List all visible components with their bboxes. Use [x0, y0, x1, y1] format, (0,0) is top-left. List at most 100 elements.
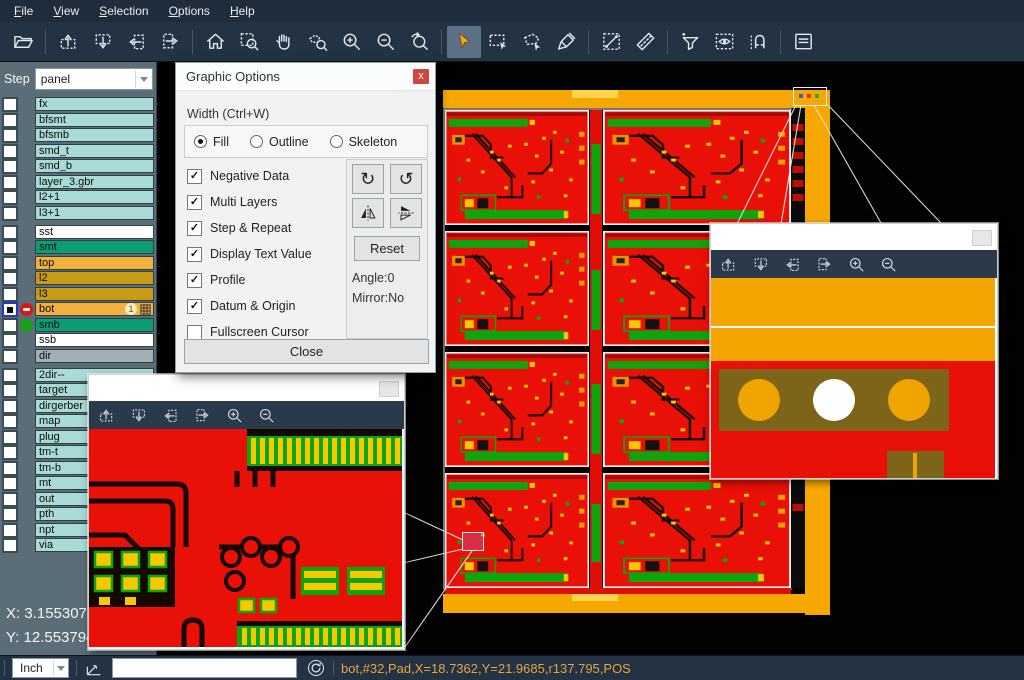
dialog-titlebar[interactable]: Graphic Options x [176, 63, 435, 91]
home-view-button[interactable] [198, 26, 232, 58]
layer-visibility-checkbox-ssb[interactable] [2, 333, 18, 348]
pan-up-button[interactable] [51, 26, 85, 58]
layer-visibility-checkbox-l2[interactable] [2, 271, 18, 286]
pan-left-icon[interactable] [161, 406, 180, 425]
layer-visibility-checkbox-map[interactable] [2, 414, 18, 429]
pan-left-button[interactable] [119, 26, 153, 58]
layer-item-top[interactable]: top [35, 256, 154, 270]
layer-visibility-checkbox-smd_t[interactable] [2, 144, 18, 159]
layer-item-bot[interactable]: bot1 [35, 302, 154, 316]
report-button[interactable] [786, 26, 820, 58]
menu-item-view[interactable]: View [43, 1, 89, 21]
layer-visibility-checkbox-l3[interactable] [2, 287, 18, 302]
close-icon[interactable]: x [413, 69, 429, 84]
layer-visibility-checkbox-top[interactable] [2, 256, 18, 271]
zoom-window-titlebar[interactable] [711, 224, 997, 250]
pan-right-icon[interactable] [193, 406, 212, 425]
window-button[interactable] [972, 230, 992, 246]
layer-visibility-checkbox-dir[interactable] [2, 349, 18, 364]
layer-item-l3+1[interactable]: l3+1 [35, 206, 154, 220]
layer-visibility-checkbox-npt[interactable] [2, 523, 18, 538]
zoom-area-button[interactable] [300, 26, 334, 58]
checkbox-display-text-value[interactable]: Display Text Value [187, 241, 312, 267]
layer-visibility-checkbox-bfsmb[interactable] [2, 128, 18, 143]
measure-distance-button[interactable] [594, 26, 628, 58]
layer-item-layer_3.gbr[interactable]: layer_3.gbr [35, 175, 154, 189]
layer-item-ssb[interactable]: ssb [35, 333, 154, 347]
layer-visibility-checkbox-smd_b[interactable] [2, 159, 18, 174]
pan-left-icon[interactable] [783, 255, 802, 274]
layer-visibility-checkbox-layer_3.gbr[interactable] [2, 175, 18, 190]
window-button[interactable] [379, 381, 399, 397]
layer-visibility-checkbox-target[interactable] [2, 383, 18, 398]
layer-item-bfsmb[interactable]: bfsmb [35, 128, 154, 142]
layer-item-dir[interactable]: dir [35, 349, 154, 363]
layer-visibility-checkbox-2dir--[interactable] [2, 368, 18, 383]
mirror-horizontal-button[interactable] [390, 198, 422, 228]
step-select[interactable]: panel [35, 68, 153, 90]
refresh-icon[interactable] [306, 658, 326, 678]
brush-clean-button[interactable] [549, 26, 583, 58]
menu-item-file[interactable]: File [4, 1, 43, 21]
layer-item-smt[interactable]: smt [35, 240, 154, 254]
rect-select-button[interactable] [481, 26, 515, 58]
layer-visibility-checkbox-l2+1[interactable] [2, 190, 18, 205]
checkbox-profile[interactable]: Profile [187, 267, 312, 293]
layer-item-l2[interactable]: l2 [35, 271, 154, 285]
zoom-out-icon[interactable] [879, 255, 898, 274]
radio-fill[interactable]: Fill [194, 135, 229, 149]
rotate-ccw-button[interactable]: ↺ [390, 164, 422, 194]
pan-up-icon[interactable] [719, 255, 738, 274]
step-repeat-grid-icon[interactable] [140, 304, 151, 315]
layer-visibility-checkbox-tm-t[interactable] [2, 445, 18, 460]
zoom-in-icon[interactable] [847, 255, 866, 274]
checkbox-negative-data[interactable]: Negative Data [187, 163, 312, 189]
menu-item-help[interactable]: Help [220, 1, 265, 21]
command-input[interactable] [112, 658, 297, 678]
checkbox-multi-layers[interactable]: Multi Layers [187, 189, 312, 215]
zoom-window-button[interactable] [232, 26, 266, 58]
layer-item-bfsmt[interactable]: bfsmt [35, 113, 154, 127]
close-button[interactable]: Close [184, 339, 429, 364]
pan-right-icon[interactable] [815, 255, 834, 274]
layer-visibility-checkbox-l3+1[interactable] [2, 206, 18, 221]
zoom-out-icon[interactable] [257, 406, 276, 425]
layer-item-smd_b[interactable]: smd_b [35, 159, 154, 173]
select-tool-button[interactable] [447, 26, 481, 58]
layer-visibility-checkbox-sst[interactable] [2, 225, 18, 240]
mirror-vertical-button[interactable] [352, 198, 384, 228]
menu-item-options[interactable]: Options [159, 1, 220, 21]
zoom-window-titlebar[interactable] [89, 375, 404, 401]
poly-select-button[interactable] [515, 26, 549, 58]
layer-visibility-checkbox-pth[interactable] [2, 507, 18, 522]
layer-item-sst[interactable]: sst [35, 225, 154, 239]
pan-right-button[interactable] [153, 26, 187, 58]
checkbox-step-repeat[interactable]: Step & Repeat [187, 215, 312, 241]
layer-item-l3[interactable]: l3 [35, 287, 154, 301]
reset-button[interactable]: Reset [354, 236, 420, 261]
measure-ruler-button[interactable] [628, 26, 662, 58]
radio-outline[interactable]: Outline [250, 135, 309, 149]
layer-visibility-checkbox-plug[interactable] [2, 430, 18, 445]
layer-visibility-checkbox-mt[interactable] [2, 476, 18, 491]
pan-hand-button[interactable] [266, 26, 300, 58]
layer-visibility-checkbox-smb[interactable] [2, 318, 18, 333]
layer-item-smb[interactable]: smb [35, 318, 154, 332]
open-button[interactable] [6, 26, 40, 58]
zoom-out-button[interactable] [368, 26, 402, 58]
rotate-cw-button[interactable]: ↻ [352, 164, 384, 194]
corner-measure-icon[interactable] [84, 658, 104, 678]
pan-up-icon[interactable] [97, 406, 116, 425]
view-options-button[interactable] [707, 26, 741, 58]
unit-select[interactable]: Inch [12, 658, 69, 678]
checkbox-datum-origin[interactable]: Datum & Origin [187, 293, 312, 319]
snap-button[interactable] [741, 26, 775, 58]
layer-visibility-checkbox-bfsmt[interactable] [2, 113, 18, 128]
layer-visibility-checkbox-dirgerber[interactable] [2, 399, 18, 414]
pan-down-icon[interactable] [751, 255, 770, 274]
layer-visibility-checkbox-out[interactable] [2, 492, 18, 507]
layer-visibility-checkbox-bot[interactable] [2, 302, 18, 317]
zoom-in-button[interactable] [334, 26, 368, 58]
zoom-in-icon[interactable] [225, 406, 244, 425]
layer-visibility-checkbox-smt[interactable] [2, 240, 18, 255]
